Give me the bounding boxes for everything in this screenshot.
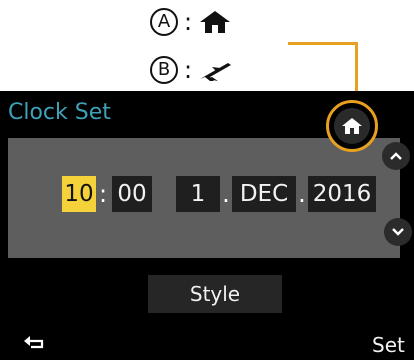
down-button[interactable] (384, 218, 412, 246)
set-button[interactable]: Set (372, 330, 414, 360)
style-button[interactable]: Style (148, 275, 282, 313)
callout-line-horizontal (288, 42, 358, 45)
hour-field[interactable]: 10 (62, 176, 96, 212)
home-button[interactable] (326, 100, 378, 152)
home-icon (342, 118, 362, 134)
time-separator: : (98, 180, 108, 208)
up-button[interactable] (382, 142, 410, 170)
legend-letter-a: A (150, 8, 178, 36)
legend-home: A : (150, 6, 232, 38)
date-separator-2: . (298, 180, 306, 208)
day-field[interactable]: 1 (176, 176, 220, 212)
minute-field[interactable]: 00 (112, 176, 152, 212)
legend-colon-b: : (184, 56, 193, 84)
year-field[interactable]: 2016 (308, 176, 376, 212)
home-button-inner (334, 108, 370, 144)
date-separator-1: . (222, 180, 230, 208)
legend-letter-b: B (150, 56, 178, 84)
page-title: Clock Set (8, 100, 111, 125)
return-arrow-icon (24, 336, 44, 349)
airplane-icon (200, 63, 232, 81)
home-icon (200, 11, 231, 33)
month-field[interactable]: DEC (232, 176, 296, 212)
chevron-up-icon (390, 152, 402, 160)
chevron-down-icon (392, 228, 404, 236)
legend-colon-a: : (184, 8, 193, 36)
legend-travel: B : (150, 54, 232, 86)
back-button[interactable] (16, 330, 52, 354)
